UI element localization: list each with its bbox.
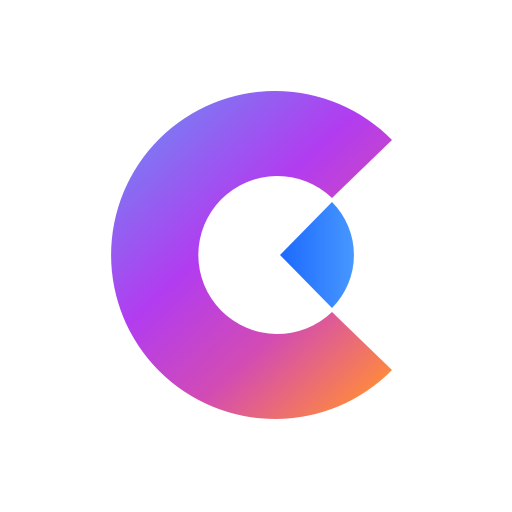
app-icon-canvas bbox=[0, 0, 512, 512]
gradient-c-logo-icon bbox=[111, 90, 393, 419]
blue-wedge-shape bbox=[280, 202, 354, 308]
